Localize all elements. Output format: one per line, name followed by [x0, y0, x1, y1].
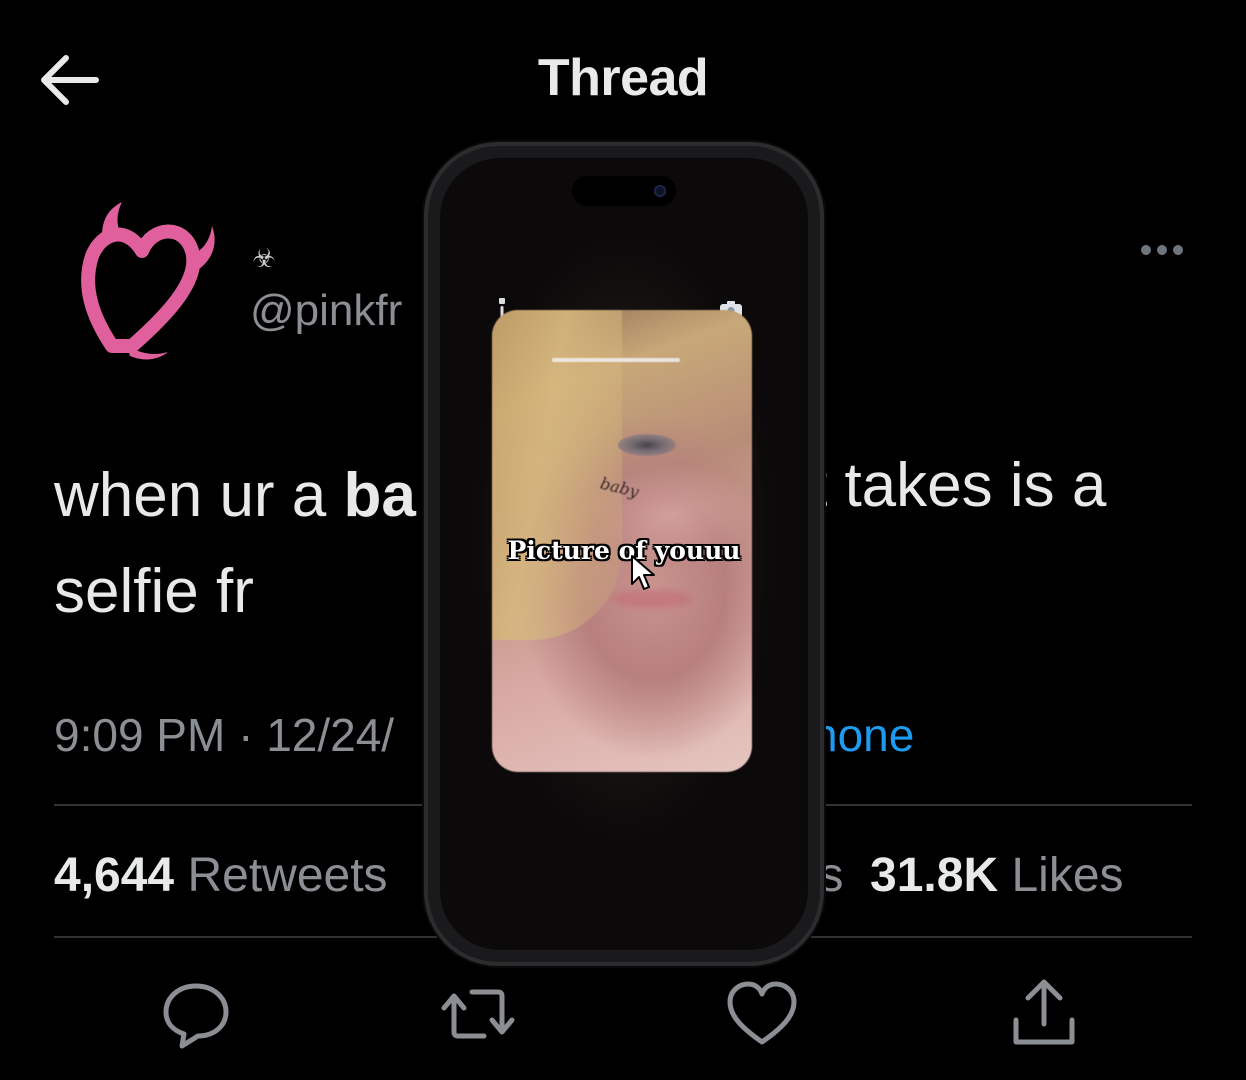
reply-icon[interactable] [158, 976, 234, 1052]
tweet-text-line2: selfie fr [54, 557, 254, 626]
biohazard-icon: ☣ [252, 243, 276, 273]
photo-lips [612, 590, 692, 608]
page-title: Thread [537, 49, 709, 107]
phone-screen: baby Picture of youuu [440, 158, 808, 950]
cursor-icon [631, 555, 655, 590]
overlay-caption: Picture of youuu [507, 536, 741, 565]
retweets-count: 4,644 [54, 849, 175, 902]
retweets-label: Retweets [187, 849, 388, 902]
avatar[interactable] [72, 196, 222, 366]
likes-label: Likes [1011, 849, 1124, 902]
likes-stat[interactable]: ts 31.8K Likes [806, 848, 1124, 903]
phone-overlay: baby Picture of youuu [428, 146, 820, 962]
tweet-timestamp[interactable]: 9:09 PM · 12/24/ [54, 708, 394, 762]
more-icon[interactable] [1138, 232, 1190, 268]
tweet-text-pre: when ur a [54, 461, 344, 530]
share-icon[interactable] [1006, 976, 1082, 1052]
photo-eye [618, 434, 676, 456]
home-indicator [552, 358, 680, 362]
dynamic-island [572, 176, 676, 206]
tweet-text-left: when ur a ba selfie fr [54, 448, 434, 640]
tweet-text-bold: ba [343, 461, 416, 530]
retweets-stat[interactable]: 4,644 Retweets [54, 848, 388, 903]
tweet-source-link[interactable]: hone [812, 708, 914, 762]
retweet-icon[interactable] [440, 976, 516, 1052]
tweet-text-right: t takes is a [810, 451, 1107, 520]
like-icon[interactable] [724, 976, 800, 1052]
front-camera-icon [654, 185, 666, 197]
likes-count: 31.8K [870, 849, 999, 902]
user-handle[interactable]: @pinkfr [250, 286, 402, 336]
